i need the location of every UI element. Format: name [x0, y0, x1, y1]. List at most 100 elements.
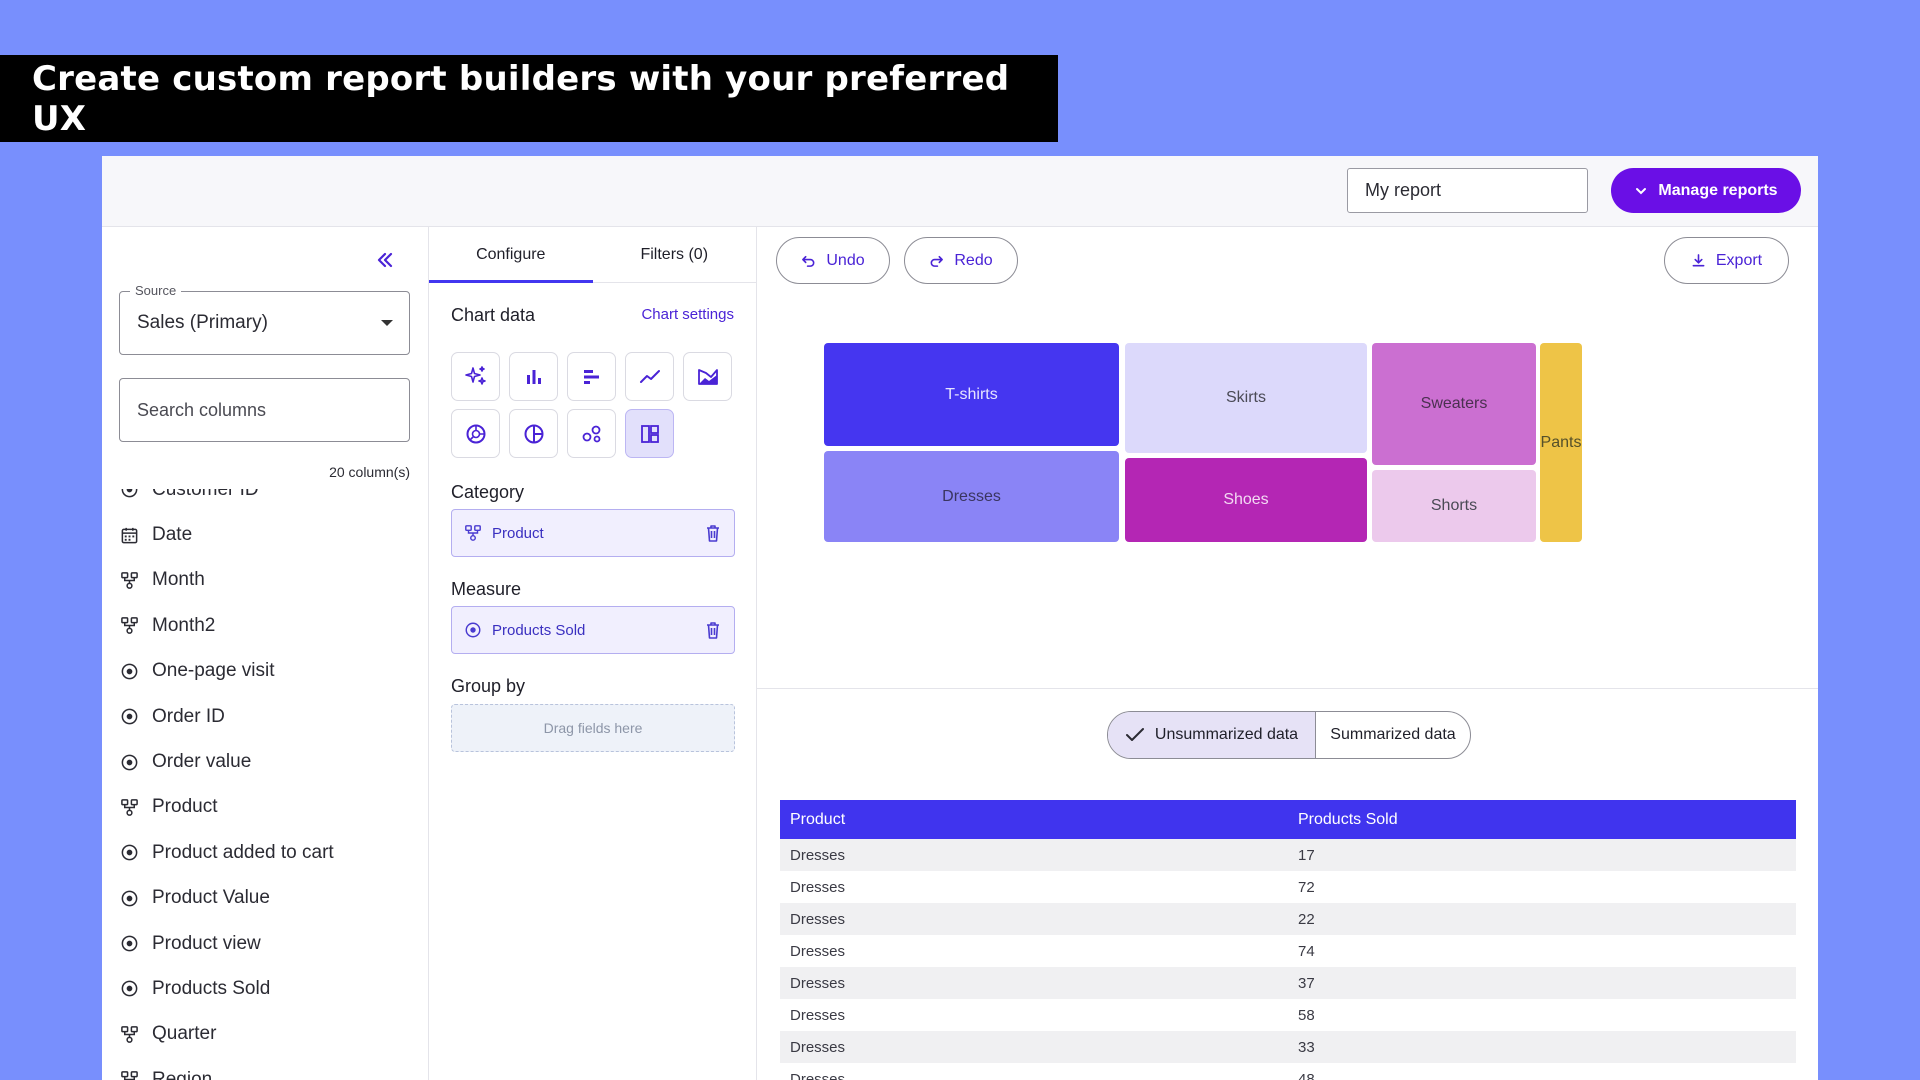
cell-product: Dresses [780, 903, 1288, 935]
source-select[interactable]: Source Sales (Primary) [119, 283, 410, 355]
auto-chart-button[interactable] [451, 352, 500, 401]
column-header-products-sold[interactable]: Products Sold [1288, 800, 1796, 839]
double-chevron-left-icon [377, 252, 393, 268]
donut-chart-button[interactable] [451, 409, 500, 458]
treemap-tile[interactable]: Shorts [1372, 470, 1536, 542]
dimension-icon [120, 1070, 139, 1080]
column-item[interactable]: Customer ID [102, 489, 428, 512]
table-row: Dresses 48 [780, 1063, 1796, 1080]
groupby-drop-zone[interactable]: Drag fields here [451, 704, 735, 752]
column-item-label: Quarter [152, 1023, 217, 1045]
summarized-toggle[interactable]: Summarized data [1316, 712, 1470, 758]
column-item-label: Order value [152, 751, 252, 773]
horizontal-bar-button[interactable] [567, 352, 616, 401]
category-field-label: Product [492, 524, 544, 542]
treemap-icon [640, 424, 659, 443]
cell-products-sold: 74 [1288, 935, 1796, 967]
pie-chart-button[interactable] [509, 409, 558, 458]
treemap-tile[interactable]: Pants [1540, 343, 1582, 542]
measure-icon [120, 662, 139, 681]
cell-product: Dresses [780, 999, 1288, 1031]
divider [757, 688, 1818, 689]
treemap-tile[interactable]: Sweaters [1372, 343, 1536, 465]
column-item[interactable]: One-page visit [102, 649, 428, 694]
search-columns-input[interactable] [119, 378, 410, 442]
measure-icon [465, 622, 481, 638]
preview-panel: Undo Redo Export T-shirts Skirts Sweaters P… [757, 227, 1818, 1080]
cell-products-sold: 58 [1288, 999, 1796, 1031]
column-item[interactable]: Quarter [102, 1012, 428, 1057]
manage-reports-button[interactable]: Manage reports [1611, 168, 1801, 213]
columns-panel: Source Sales (Primary) 20 column(s) Cust… [102, 227, 429, 1080]
data-table: Product Products Sold Dresses 17 Dresses 72… [780, 800, 1796, 1080]
report-name-input[interactable] [1347, 168, 1588, 213]
dimension-icon [120, 571, 139, 590]
tab-configure[interactable]: Configure [429, 227, 593, 283]
donut-chart-icon [466, 424, 485, 443]
area-chart-button[interactable] [683, 352, 732, 401]
cell-products-sold: 37 [1288, 967, 1796, 999]
collapse-panel-button[interactable] [372, 247, 398, 273]
treemap-button[interactable] [625, 409, 674, 458]
measure-icon [120, 889, 139, 908]
chart-data-heading: Chart data [451, 305, 536, 325]
column-item[interactable]: Order value [102, 739, 428, 784]
category-field[interactable]: Product [451, 509, 735, 557]
column-item-label: Date [152, 524, 193, 546]
scatter-chart-button[interactable] [567, 409, 616, 458]
measure-icon [120, 707, 139, 726]
column-item[interactable]: Order ID [102, 694, 428, 739]
column-item[interactable]: Products Sold [102, 966, 428, 1011]
treemap-tile[interactable]: Skirts [1125, 343, 1367, 453]
trash-icon[interactable] [704, 523, 722, 543]
cell-product: Dresses [780, 839, 1288, 871]
cell-products-sold: 17 [1288, 839, 1796, 871]
treemap-tile[interactable]: Dresses [824, 451, 1119, 542]
line-chart-button[interactable] [625, 352, 674, 401]
measure-heading: Measure [451, 579, 522, 599]
cell-products-sold: 33 [1288, 1031, 1796, 1063]
column-header-product[interactable]: Product [780, 800, 1288, 839]
dimension-icon [120, 1025, 139, 1044]
column-item[interactable]: Product Value [102, 876, 428, 921]
check-icon [1125, 728, 1144, 741]
cell-product: Dresses [780, 967, 1288, 999]
cell-product: Dresses [780, 935, 1288, 967]
groupby-heading: Group by [451, 676, 526, 696]
table-row: Dresses 37 [780, 967, 1796, 999]
dimension-icon [120, 616, 139, 635]
treemap-tile[interactable]: Shoes [1125, 458, 1367, 542]
area-chart-icon [697, 368, 718, 385]
unsummarized-label: Unsummarized data [1154, 726, 1299, 743]
calendar-icon [120, 526, 139, 545]
measure-field[interactable]: Products Sold [451, 606, 735, 654]
column-item[interactable]: Product [102, 785, 428, 830]
dropdown-caret-icon [381, 320, 393, 326]
table-row: Dresses 17 [780, 839, 1796, 871]
bar-chart-button[interactable] [509, 352, 558, 401]
manage-reports-label: Manage reports [1658, 181, 1778, 199]
column-item[interactable]: Region [102, 1057, 428, 1080]
auto-chart-icon [464, 365, 486, 385]
promo-banner: Create custom report builders with your … [0, 55, 1058, 142]
tab-filters[interactable]: Filters (0) [593, 227, 757, 282]
column-list: Customer ID Date Month Month2 One-page visit… [102, 489, 428, 1080]
chart-settings-link[interactable]: Chart settings [641, 306, 734, 323]
treemap-tile[interactable]: T-shirts [824, 343, 1119, 446]
column-item[interactable]: Month [102, 558, 428, 603]
top-bar: Manage reports [102, 156, 1818, 227]
measure-icon [120, 753, 139, 772]
measure-icon [120, 979, 139, 998]
configure-panel: Configure Filters (0) Chart data Chart s… [429, 227, 757, 1080]
column-item-label: Customer ID [152, 489, 259, 500]
cell-products-sold: 22 [1288, 903, 1796, 935]
column-item[interactable]: Date [102, 512, 428, 557]
trash-icon[interactable] [704, 620, 722, 640]
column-item-label: Region [152, 1068, 213, 1080]
column-item[interactable]: Month2 [102, 603, 428, 648]
column-item[interactable]: Product added to cart [102, 830, 428, 875]
unsummarized-toggle[interactable]: Unsummarized data [1108, 712, 1316, 758]
column-count: 20 column(s) [329, 464, 410, 480]
cell-products-sold: 72 [1288, 871, 1796, 903]
column-item[interactable]: Product view [102, 921, 428, 966]
